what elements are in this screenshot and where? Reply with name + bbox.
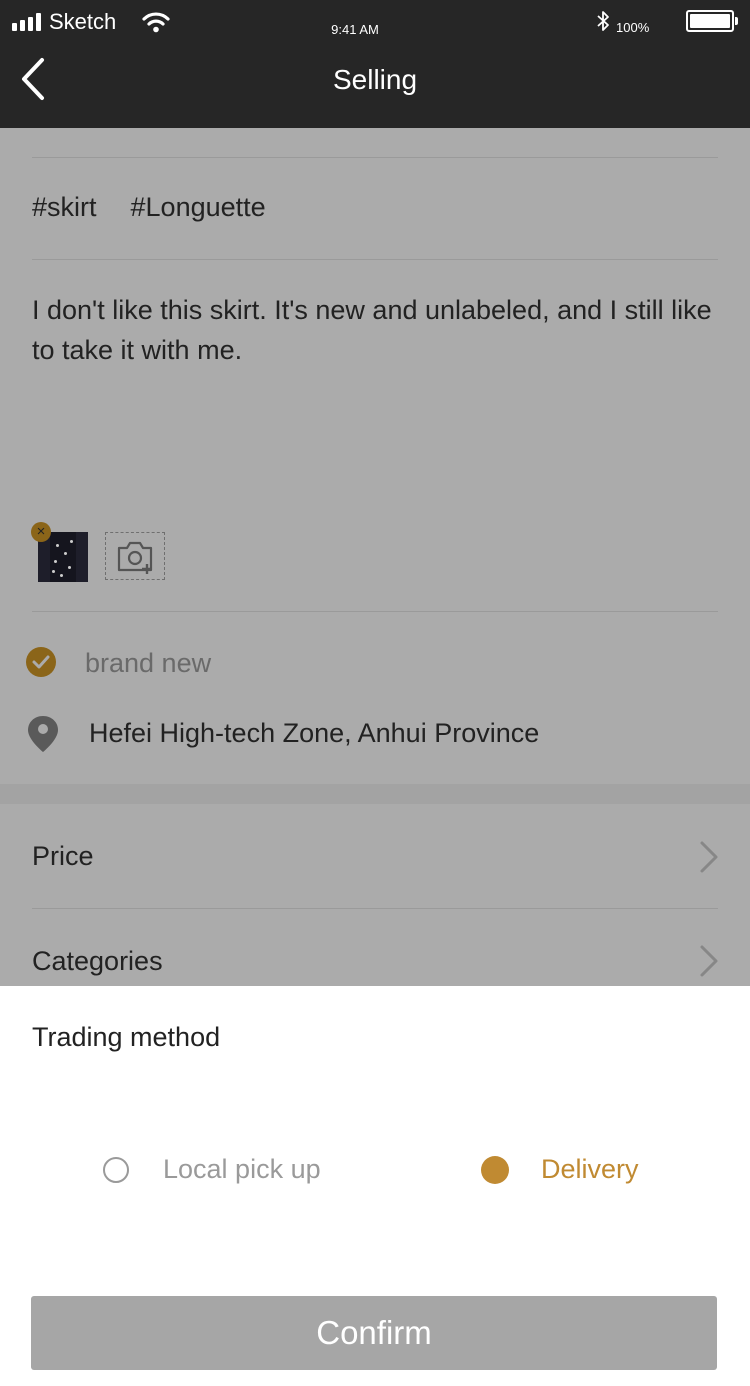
- condition-label: brand new: [85, 648, 212, 678]
- divider: [32, 908, 718, 909]
- divider: [32, 611, 718, 612]
- battery-icon: [686, 10, 738, 32]
- remove-photo-icon[interactable]: ×: [31, 522, 51, 542]
- description-text[interactable]: I don't like this skirt. It's new and un…: [32, 290, 712, 370]
- page-title: Selling: [332, 64, 418, 95]
- bluetooth-icon: [597, 11, 609, 31]
- option-local-pickup[interactable]: Local pick up: [103, 1154, 321, 1185]
- option-label: Delivery: [541, 1154, 639, 1184]
- check-icon[interactable]: [26, 647, 56, 677]
- categories-row[interactable]: Categories: [32, 946, 163, 977]
- radio-icon[interactable]: [481, 1155, 509, 1184]
- add-photo-icon: [117, 541, 153, 574]
- divider: [32, 157, 718, 158]
- divider: [32, 259, 718, 260]
- radio-icon[interactable]: [103, 1156, 129, 1183]
- chevron-right-icon: [700, 841, 718, 873]
- sheet-title: Trading method: [32, 1022, 221, 1052]
- location-pin-icon: [28, 716, 58, 752]
- confirm-button[interactable]: Confirm: [31, 1296, 717, 1370]
- section-separator: [0, 784, 750, 804]
- price-row[interactable]: Price: [32, 841, 94, 872]
- option-label: Local pick up: [163, 1154, 321, 1184]
- top-bar: Sketch 9:41 AM 100% Selling: [0, 0, 750, 128]
- tag-list: #skirt #Longuette: [32, 192, 266, 223]
- trading-method-sheet: Trading method Local pick up Delivery Co…: [0, 986, 750, 1386]
- location-text[interactable]: Hefei High-tech Zone, Anhui Province: [89, 718, 539, 749]
- chevron-right-icon: [700, 945, 718, 977]
- tag-longuette[interactable]: #Longuette: [131, 192, 266, 223]
- option-delivery[interactable]: Delivery: [481, 1154, 639, 1185]
- battery-percentage: 100%: [616, 20, 650, 35]
- tag-skirt[interactable]: #skirt: [32, 192, 97, 223]
- add-photo-button[interactable]: [105, 532, 165, 580]
